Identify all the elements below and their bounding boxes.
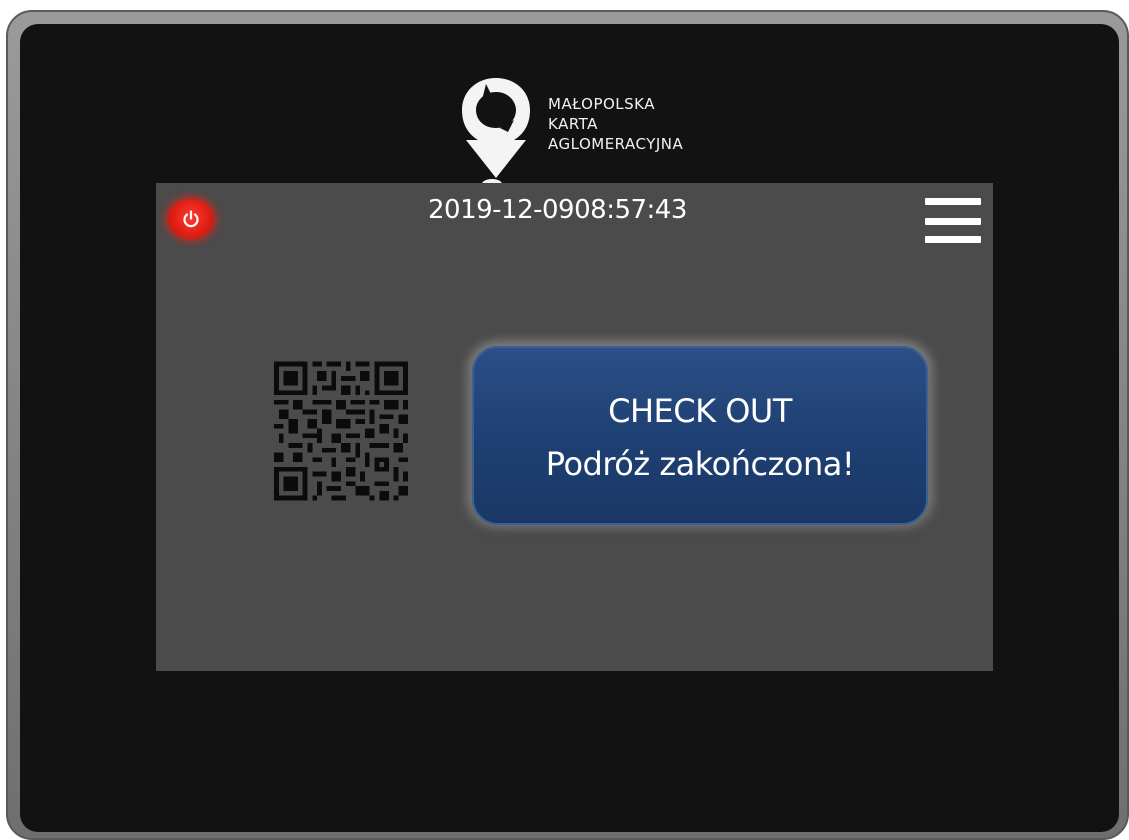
- checkout-message: Podróż zakończona!: [545, 445, 855, 483]
- kiosk-screen: 2019-12-0908:57:43 CHECK OUT Podróż zako…: [156, 183, 993, 671]
- power-button[interactable]: [168, 199, 214, 239]
- checkout-title: CHECK OUT: [608, 392, 792, 430]
- logo-text-line-3: AGLOMERACYJNA: [548, 135, 684, 153]
- location-pin-icon: [462, 78, 530, 189]
- logo-text-line-1: MAŁOPOLSKA: [548, 95, 656, 113]
- menu-bar-middle: [925, 218, 981, 225]
- checkout-button[interactable]: CHECK OUT Podróż zakończona!: [472, 346, 928, 525]
- menu-button[interactable]: [921, 195, 985, 253]
- qr-code-icon: [274, 361, 408, 501]
- menu-bar-bottom: [925, 236, 981, 243]
- date-text: 2019-12-09: [428, 195, 575, 225]
- logo-text-line-2: KARTA: [548, 115, 598, 133]
- time-text: 08:57:43: [574, 195, 687, 225]
- hamburger-menu-icon: [925, 198, 981, 205]
- datetime-display: 2019-12-0908:57:43: [428, 195, 687, 225]
- power-icon: [183, 210, 199, 228]
- mka-logo: MAŁOPOLSKA KARTA AGLOMERACYJNA: [456, 74, 756, 194]
